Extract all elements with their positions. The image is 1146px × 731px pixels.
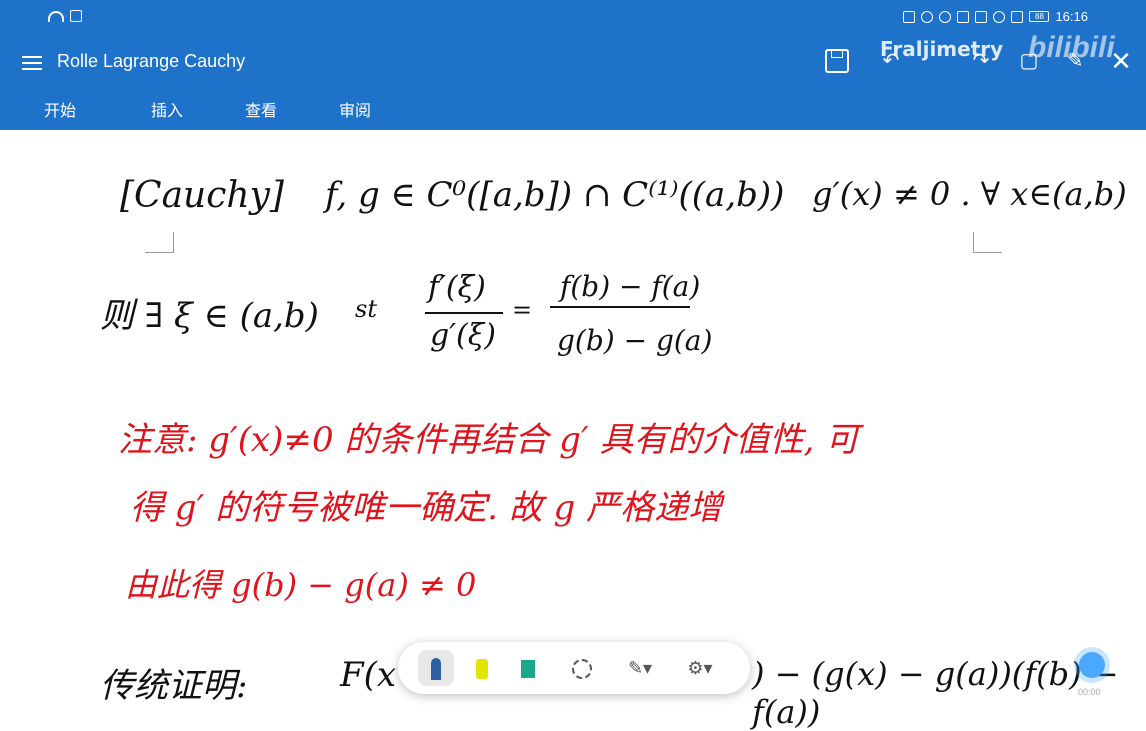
floating-action-button[interactable] (1079, 652, 1105, 678)
note-red-line2: 得 g′ 的符号被唯一确定. 故 g 严格递增 (130, 488, 723, 528)
cauchy-label: [Cauchy] (120, 175, 284, 216)
cast-icon (903, 10, 916, 23)
tab-view[interactable]: 查看 (214, 97, 308, 121)
document-title: Rolle Lagrange Cauchy (57, 51, 246, 71)
selection-corner (145, 232, 174, 253)
equals-sign: = (512, 296, 533, 324)
condition-text: g′(x) ≠ 0 . ∀ x∈(a,b) (812, 175, 1127, 213)
proof-function: F(x (340, 655, 397, 695)
title-bar: Rolle Lagrange Cauchy ↶ ↷ ▢ ✎ ✕ Fraljime… (0, 31, 1146, 130)
fraction1-numerator: f′(ξ) (428, 270, 486, 305)
moon-icon (993, 10, 1006, 23)
lasso-icon[interactable] (564, 650, 600, 686)
conclusion-text: 则 ∃ ξ ∈ (a,b) (100, 296, 319, 336)
pen-icon[interactable] (418, 650, 454, 686)
st-text: st (355, 295, 377, 323)
ribbon-tabs: 开始 插入 查看 审阅 (0, 97, 402, 121)
mic-icon (975, 10, 988, 23)
selection-corner (973, 232, 1002, 253)
settings-icon[interactable]: ⚙▾ (682, 650, 718, 686)
tab-review[interactable]: 审阅 (308, 97, 402, 121)
note-red-line1: 注意: g′(x)≠0 的条件再结合 g′ 具有的介值性, 可 (118, 420, 860, 460)
hypothesis-text: f, g ∈ C⁰([a,b]) ∩ C⁽¹⁾((a,b)) (325, 175, 785, 215)
eye-icon (921, 10, 934, 23)
save-icon[interactable] (825, 49, 849, 73)
tab-insert[interactable]: 插入 (120, 97, 214, 121)
watermark: Fraljimetry (880, 37, 1004, 61)
marker-icon[interactable] (510, 650, 546, 686)
alarm-icon (939, 10, 952, 23)
edit-icon[interactable]: ✎▾ (622, 650, 658, 686)
fraction2-numerator: f(b) − f(a) (560, 270, 701, 303)
fab-time-label: 00:00 (1078, 687, 1101, 697)
fraction2-bar (550, 306, 690, 308)
fraction1-bar (425, 312, 503, 314)
status-bar: 88 16:16 (0, 0, 1146, 37)
battery-icon: 88 (1029, 11, 1050, 22)
status-time: 16:16 (1055, 9, 1088, 24)
fraction1-denominator: g′(ξ) (430, 318, 496, 353)
signal-icon (1011, 10, 1024, 23)
fraction2-denominator: g(b) − g(a) (557, 324, 713, 357)
proof-label: 传统证明: (100, 666, 248, 706)
wifi-icon (48, 10, 64, 22)
note-canvas[interactable]: [Cauchy] f, g ∈ C⁰([a,b]) ∩ C⁽¹⁾((a,b)) … (0, 130, 1146, 731)
app-status-icon (70, 10, 82, 22)
menu-icon[interactable] (22, 53, 42, 71)
note-red-line3: 由此得 g(b) − g(a) ≠ 0 (125, 566, 477, 604)
tab-start[interactable]: 开始 (0, 97, 120, 121)
highlighter-icon[interactable] (464, 650, 500, 686)
bluetooth-icon (957, 10, 970, 23)
bilibili-logo: bilibili (1028, 31, 1115, 64)
drawing-toolbar: ✎▾ ⚙▾ (398, 642, 750, 694)
